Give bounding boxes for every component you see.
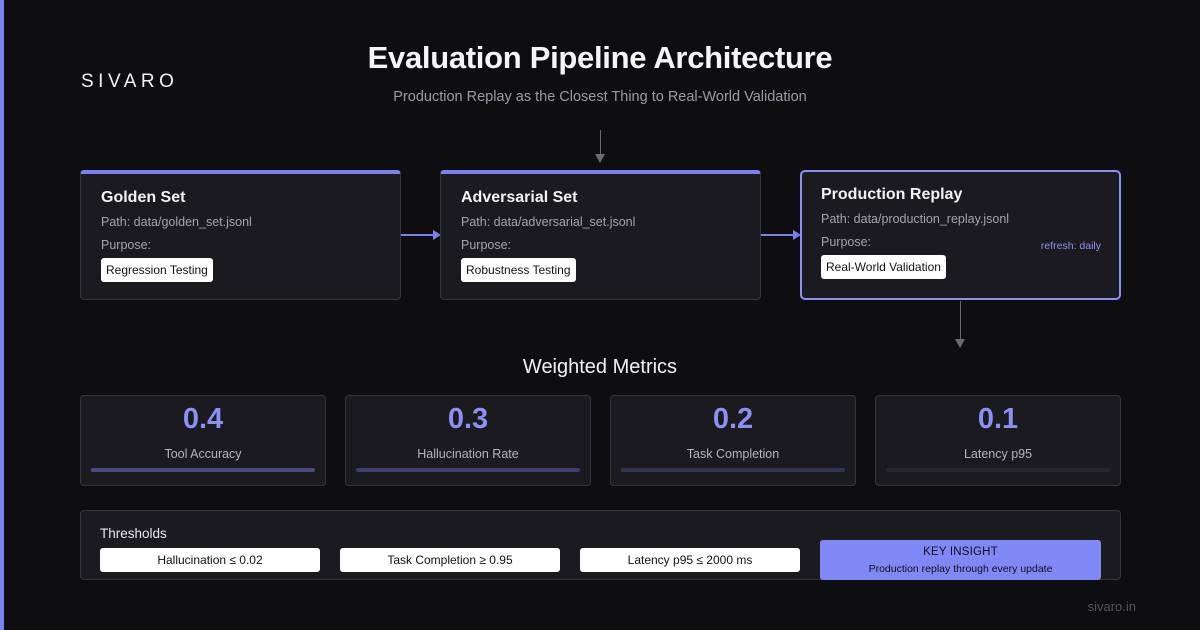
metric-value: 0.2	[712, 403, 754, 435]
metric-value: 0.3	[447, 403, 489, 435]
metric-bar-track	[621, 468, 845, 472]
threshold-latency: Latency p95 ≤ 2000 ms	[580, 548, 800, 572]
stage-adversarial-set: Adversarial Set Path: data/adversarial_s…	[440, 170, 761, 300]
arrow-head-icon	[955, 339, 965, 348]
arrow-head-icon	[595, 154, 605, 163]
flow-arrow-2	[761, 230, 801, 240]
thresholds-panel: Thresholds Hallucination ≤ 0.02 Task Com…	[80, 510, 1121, 580]
metric-label: Tool Accuracy	[164, 447, 242, 461]
threshold-hallucination: Hallucination ≤ 0.02	[100, 548, 320, 572]
metric-card-tool-accuracy: 0.4 Tool Accuracy	[80, 395, 326, 486]
metric-bar-fill	[356, 468, 580, 472]
stage-production-replay: Production Replay Path: data/production_…	[800, 170, 1121, 300]
metric-bar-track	[91, 468, 315, 472]
metric-bar-fill	[886, 468, 1110, 472]
stage-golden-set: Golden Set Path: data/golden_set.jsonl P…	[80, 170, 401, 300]
metric-value: 0.1	[977, 403, 1019, 435]
flow-arrow-1	[401, 230, 441, 240]
metric-bar-fill	[91, 468, 315, 472]
refresh-note: refresh: daily	[1040, 240, 1101, 252]
stage-name: Adversarial Set	[461, 189, 578, 206]
key-insight-text: Production replay through every update	[868, 563, 1053, 575]
metric-label: Latency p95	[963, 447, 1033, 461]
stage-purpose-badge: Real-World Validation	[821, 255, 946, 279]
metric-card-task-completion: 0.2 Task Completion	[610, 395, 856, 486]
metric-label: Task Completion	[686, 447, 780, 461]
stage-path: Path: data/adversarial_set.jsonl	[461, 215, 636, 229]
stage-path: Path: data/golden_set.jsonl	[101, 215, 252, 229]
metric-bar-track	[356, 468, 580, 472]
metric-card-hallucination-rate: 0.3 Hallucination Rate	[345, 395, 591, 486]
threshold-task-completion: Task Completion ≥ 0.95	[340, 548, 560, 572]
metric-card-latency-p95: 0.1 Latency p95	[875, 395, 1121, 486]
metric-label: Hallucination Rate	[417, 447, 519, 461]
thresholds-title: Thresholds	[100, 526, 167, 541]
stage-purpose-label: Purpose:	[461, 238, 512, 252]
metric-value: 0.4	[182, 403, 224, 435]
incoming-arrow	[595, 130, 605, 163]
stage-path: Path: data/production_replay.jsonl	[821, 212, 1010, 226]
outgoing-arrow	[955, 301, 965, 348]
stage-name: Production Replay	[821, 186, 963, 203]
page-subtitle: Production Replay as the Closest Thing t…	[393, 89, 807, 105]
stage-purpose-label: Purpose:	[101, 238, 152, 252]
key-insight-box: KEY INSIGHT Production replay through ev…	[820, 540, 1101, 580]
metric-bar-track	[886, 468, 1110, 472]
stage-purpose-badge: Regression Testing	[101, 258, 213, 282]
footer-url: sivaro.in	[1087, 599, 1136, 614]
metric-bar-fill	[621, 468, 845, 472]
key-insight-title: KEY INSIGHT	[923, 546, 998, 558]
metrics-title: Weighted Metrics	[522, 356, 678, 378]
stage-purpose-badge: Robustness Testing	[461, 258, 576, 282]
stage-purpose-label: Purpose:	[821, 235, 872, 249]
stage-name: Golden Set	[101, 189, 186, 206]
page-title: Evaluation Pipeline Architecture	[367, 40, 833, 75]
